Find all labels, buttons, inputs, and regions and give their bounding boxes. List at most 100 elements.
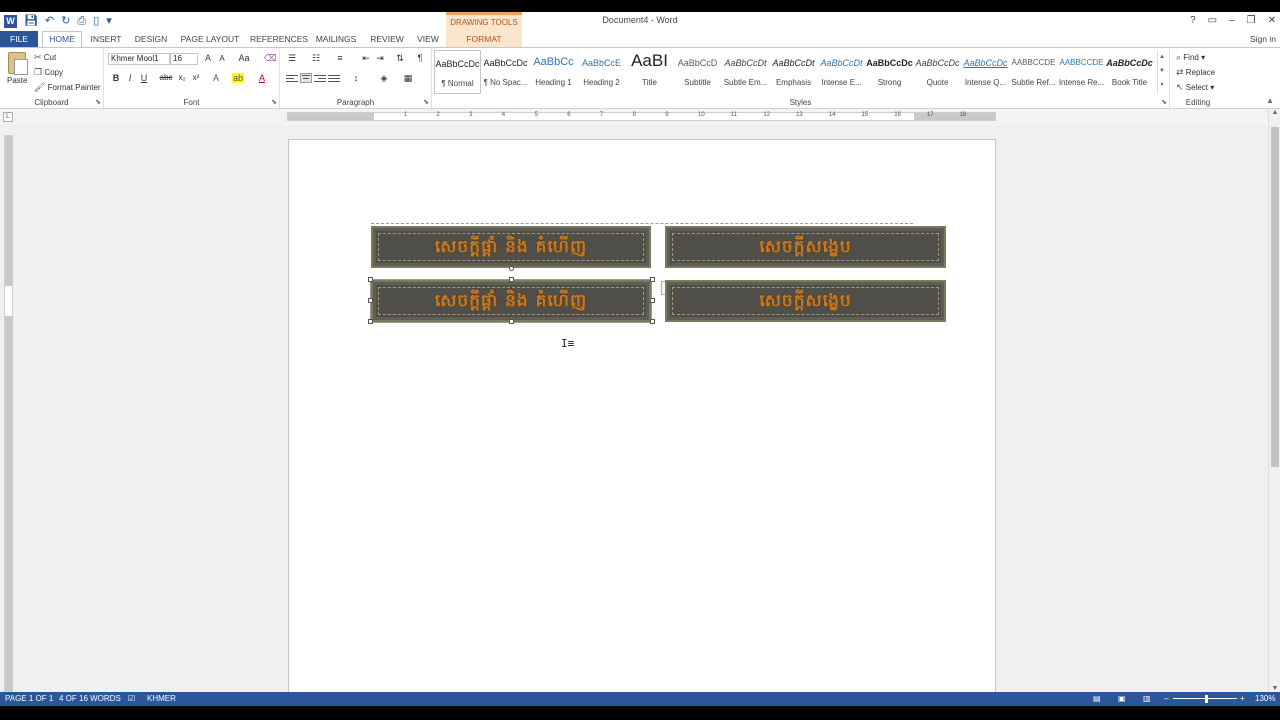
resize-handle-l[interactable] [368, 298, 373, 303]
tab-home[interactable]: HOME [42, 31, 82, 48]
clear-formatting-icon[interactable]: ⌫ [264, 53, 277, 64]
bullets-icon[interactable]: ☰ [286, 53, 298, 64]
save-icon[interactable]: 💾︎ [24, 14, 38, 28]
shading-icon[interactable]: ◈ [378, 73, 390, 84]
style-quote[interactable]: AaBbCcDc Quote [914, 50, 961, 94]
scroll-thumb[interactable] [1271, 127, 1279, 467]
tab-mailings[interactable]: MAILINGS [312, 31, 360, 47]
proofing-icon[interactable]: ☑ [128, 692, 135, 706]
style-subtle-reference[interactable]: AABBCCDE Subtle Ref... [1010, 50, 1057, 94]
resize-handle-tr[interactable] [650, 277, 655, 282]
tab-view[interactable]: VIEW [412, 31, 444, 47]
ribbon-display-options-icon[interactable]: ▭ [1208, 15, 1217, 26]
resize-handle-t[interactable] [509, 277, 514, 282]
textbox-text[interactable]: សេចក្ដីសង្ខេប [667, 282, 944, 320]
font-launcher-icon[interactable]: ⬊ [271, 98, 277, 106]
increase-indent-icon[interactable]: ⇥ [374, 53, 386, 64]
rotate-handle[interactable] [509, 266, 514, 271]
textbox-text[interactable]: សេចក្ដីផ្ដាំ និង គំហើញ [373, 282, 649, 320]
borders-icon[interactable]: ▦ [402, 73, 414, 84]
font-name-combo[interactable]: Khmer Mool1 [108, 53, 170, 65]
style-intense-emphasis[interactable]: AaBbCcDt Intense E... [818, 50, 865, 94]
new-document-icon[interactable]: ▯ [93, 14, 99, 28]
read-mode-icon[interactable]: ▤ [1093, 692, 1101, 706]
shrink-font-button[interactable]: A [216, 54, 228, 63]
style-heading-2[interactable]: AaBbCcE Heading 2 [578, 50, 625, 94]
tab-review[interactable]: REVIEW [368, 31, 406, 47]
textbox-4[interactable]: សេចក្ដីសង្ខេប [665, 280, 946, 322]
style-normal[interactable]: AaBbCcDc ¶ Normal [434, 50, 481, 94]
style-subtle-emphasis[interactable]: AaBbCcDt Subtle Em... [722, 50, 769, 94]
scroll-down-icon[interactable]: ▼ [1269, 685, 1280, 692]
line-spacing-icon[interactable]: ↕ [350, 73, 362, 83]
document-page[interactable]: សេចក្ដីផ្ដាំ និង គំហើញ សេចក្ដីសង្ខេប សេច… [288, 139, 996, 692]
decrease-indent-icon[interactable]: ⇤ [360, 53, 372, 64]
sign-in-link[interactable]: Sign in [1250, 31, 1276, 47]
customize-qat-icon[interactable]: ▾ [106, 14, 112, 28]
tab-format[interactable]: FORMAT [446, 31, 522, 47]
minimize-icon[interactable]: – [1229, 15, 1235, 26]
tab-insert[interactable]: INSERT [88, 31, 124, 47]
word-count[interactable]: 4 OF 16 WORDS [59, 692, 121, 706]
zoom-out-icon[interactable]: – [1164, 692, 1168, 706]
textbox-2[interactable]: សេចក្ដីសង្ខេប [665, 226, 946, 268]
resize-handle-br[interactable] [650, 319, 655, 324]
language[interactable]: KHMER [147, 692, 176, 706]
web-layout-icon[interactable]: ▥ [1143, 692, 1151, 706]
help-icon[interactable]: ? [1190, 15, 1196, 26]
numbering-icon[interactable]: ☷ [310, 53, 322, 64]
align-center-icon[interactable] [300, 73, 312, 83]
style-emphasis[interactable]: AaBbCcDt Emphasis [770, 50, 817, 94]
find-button[interactable]: ⌕ Find ▾ [1176, 52, 1205, 63]
resize-handle-r[interactable] [650, 298, 655, 303]
zoom-in-icon[interactable]: + [1240, 692, 1245, 706]
tab-file[interactable]: FILE [0, 31, 38, 47]
styles-launcher-icon[interactable]: ⬊ [1161, 98, 1167, 106]
undo-icon[interactable]: ↶ [45, 14, 54, 28]
paste-button[interactable]: Paste [7, 76, 27, 85]
show-marks-icon[interactable]: ¶ [414, 53, 426, 63]
paragraph-launcher-icon[interactable]: ⬊ [423, 98, 429, 106]
bold-button[interactable]: B [110, 73, 122, 83]
resize-handle-tl[interactable] [368, 277, 373, 282]
font-color-icon[interactable]: A [256, 73, 268, 83]
copy-button[interactable]: ❐ Copy [34, 67, 63, 78]
horizontal-ruler[interactable]: 1 2 3 4 5 6 7 8 9 10 11 12 13 14 15 16 17 18 [287, 112, 996, 121]
text-effects-icon[interactable]: A [210, 73, 222, 83]
style-heading-1[interactable]: AaBbCc Heading 1 [530, 50, 577, 94]
print-preview-icon[interactable]: ⎙ [77, 14, 86, 28]
zoom-slider-thumb[interactable] [1205, 695, 1208, 703]
strikethrough-button[interactable]: abc [158, 73, 174, 82]
superscript-button[interactable]: x² [190, 73, 202, 82]
subscript-button[interactable]: x₂ [176, 73, 188, 82]
italic-button[interactable]: I [124, 73, 136, 83]
style-intense-reference[interactable]: AABBCCDE Intense Re... [1058, 50, 1105, 94]
grow-font-button[interactable]: A [202, 53, 214, 63]
multilevel-list-icon[interactable]: ≡ [334, 53, 346, 63]
clipboard-launcher-icon[interactable]: ⬊ [95, 98, 101, 106]
change-case-button[interactable]: Aa [234, 53, 254, 63]
underline-button[interactable]: U [138, 73, 150, 83]
font-size-combo[interactable]: 16 [170, 53, 198, 65]
replace-button[interactable]: ⇄ Replace [1176, 67, 1215, 78]
page-count[interactable]: PAGE 1 OF 1 [5, 692, 53, 706]
style-intense-quote[interactable]: AaBbCcDc Intense Q... [962, 50, 1009, 94]
tab-design[interactable]: DESIGN [132, 31, 170, 47]
word-logo-icon[interactable]: W [4, 14, 17, 28]
style-book-title[interactable]: AaBbCcDc Book Title [1106, 50, 1153, 94]
chevron-down-icon[interactable]: ▼ [1158, 64, 1166, 78]
chevron-up-icon[interactable]: ▲ [1158, 50, 1166, 64]
collapse-ribbon-icon[interactable]: ▲ [1266, 96, 1274, 105]
paste-icon[interactable] [8, 52, 28, 75]
textbox-text[interactable]: សេចក្ដីសង្ខេប [667, 228, 944, 266]
textbox-3-selected[interactable]: សេចក្ដីផ្ដាំ និង គំហើញ [370, 279, 652, 323]
highlight-icon[interactable]: ab [232, 73, 244, 83]
more-icon[interactable]: ▾ [1158, 78, 1166, 92]
print-layout-icon[interactable]: ▣ [1118, 692, 1126, 706]
style-title[interactable]: AaBI Title [626, 50, 673, 94]
format-painter-button[interactable]: 🖌︎ Format Painter [34, 82, 101, 93]
sort-icon[interactable]: ⇅ [394, 53, 406, 64]
style-strong[interactable]: AaBbCcDc Strong [866, 50, 913, 94]
tab-references[interactable]: REFERENCES [250, 31, 308, 47]
textbox-1[interactable]: សេចក្ដីផ្ដាំ និង គំហើញ [371, 226, 651, 268]
